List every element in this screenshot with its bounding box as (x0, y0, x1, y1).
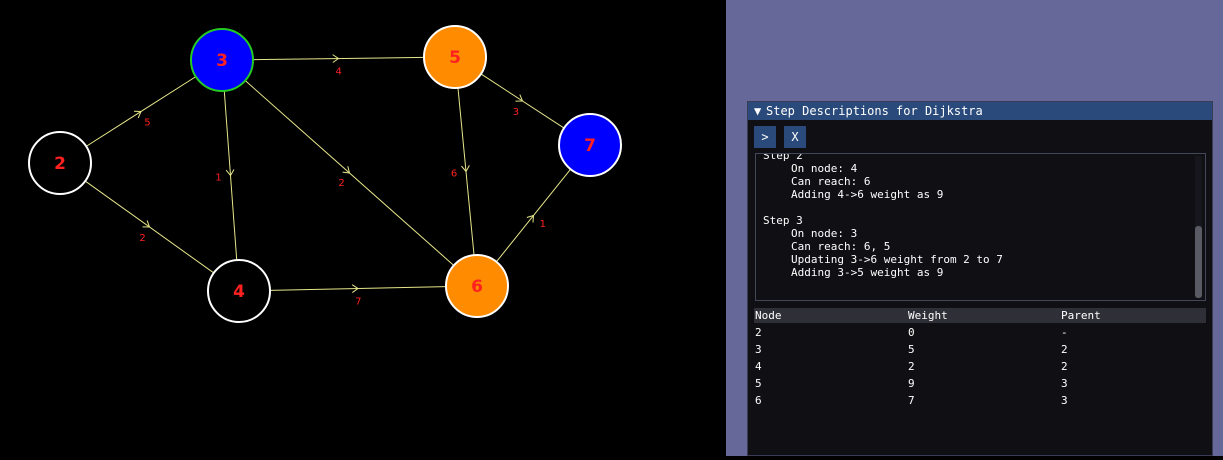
table-row: 6 7 3 (754, 392, 1206, 409)
node-label: 5 (449, 48, 461, 68)
log-line: Adding 3->5 weight as 9 (791, 266, 944, 279)
log-line: Updating 3->6 weight from 2 to 7 (791, 253, 1003, 266)
cell-parent: 2 (1061, 343, 1068, 356)
distance-table: Node Weight Parent 2 0 - 3 5 2 4 2 2 5 9 3 6 7 3 (754, 308, 1206, 409)
window-title: Step Descriptions for Dijkstra (766, 104, 983, 118)
cell-weight: 7 (908, 394, 915, 407)
cell-weight: 2 (908, 360, 915, 373)
header-parent: Parent (1061, 309, 1101, 322)
log-line: Can reach: 6 (791, 175, 871, 188)
table-header: Node Weight Parent (754, 308, 1206, 323)
edge-weight-label: 6 (451, 169, 457, 180)
log-line: On node: 4 (791, 162, 858, 175)
node-label: 3 (216, 51, 228, 71)
edge-weight-label: 1 (540, 219, 546, 230)
table-row: 3 5 2 (754, 341, 1206, 358)
edge-weight-label: 2 (338, 178, 344, 189)
cell-node: 2 (755, 326, 762, 339)
table-row: 2 0 - (754, 324, 1206, 341)
log-line: On node: 3 (791, 227, 858, 240)
table-row: 5 9 3 (754, 375, 1206, 392)
header-weight: Weight (908, 309, 948, 322)
log-scrollbar[interactable] (1195, 156, 1202, 298)
node-label: 7 (584, 136, 596, 156)
cell-parent: 2 (1061, 360, 1068, 373)
node-label: 2 (54, 154, 66, 174)
cell-parent: 3 (1061, 394, 1068, 407)
next-step-button[interactable]: > (754, 126, 776, 148)
cell-weight: 5 (908, 343, 915, 356)
header-node: Node (755, 309, 782, 322)
edge-weight-label: 7 (355, 296, 361, 307)
close-button[interactable]: X (784, 126, 806, 148)
cell-node: 3 (755, 343, 762, 356)
step-descriptions-window[interactable]: ▼ Step Descriptions for Dijkstra > X Step… (747, 101, 1213, 456)
cell-node: 6 (755, 394, 762, 407)
log-line: Adding 4->6 weight as 9 (791, 188, 944, 201)
cell-node: 4 (755, 360, 762, 373)
log-scrollbar-thumb[interactable] (1195, 226, 1202, 298)
log-line: Can reach: 6, 5 (791, 240, 891, 253)
edge-weight-label: 3 (513, 107, 519, 118)
graph-canvas[interactable]: 5 2 4 1 2 7 3 6 1 2 3 4 5 6 7 (0, 0, 726, 456)
node-label: 6 (471, 277, 483, 297)
cell-parent: - (1061, 326, 1068, 339)
step-log-content: Step 2 On node: 4 Can reach: 6 Adding 4->6 … (763, 153, 1003, 279)
collapse-triangle-icon[interactable]: ▼ (754, 102, 766, 120)
table-body: 2 0 - 3 5 2 4 2 2 5 9 3 6 7 3 (754, 324, 1206, 409)
cell-weight: 9 (908, 377, 915, 390)
cell-parent: 3 (1061, 377, 1068, 390)
window-titlebar[interactable]: ▼ Step Descriptions for Dijkstra (748, 102, 1212, 120)
cell-weight: 0 (908, 326, 915, 339)
log-line: Step 3 (763, 214, 803, 227)
edge-weight-label: 5 (144, 118, 150, 129)
cell-node: 5 (755, 377, 762, 390)
graph-view: 5 2 4 1 2 7 3 6 1 2 3 4 5 6 7 (28, 25, 622, 323)
edge-weight-label: 4 (335, 66, 341, 77)
log-line: Step 2 (763, 153, 803, 162)
edge-weight-label: 2 (139, 233, 145, 244)
node-label: 4 (233, 282, 245, 302)
edge-weight-label: 1 (215, 172, 221, 183)
table-row: 4 2 2 (754, 358, 1206, 375)
step-log[interactable]: Step 2 On node: 4 Can reach: 6 Adding 4->6 … (755, 153, 1206, 301)
